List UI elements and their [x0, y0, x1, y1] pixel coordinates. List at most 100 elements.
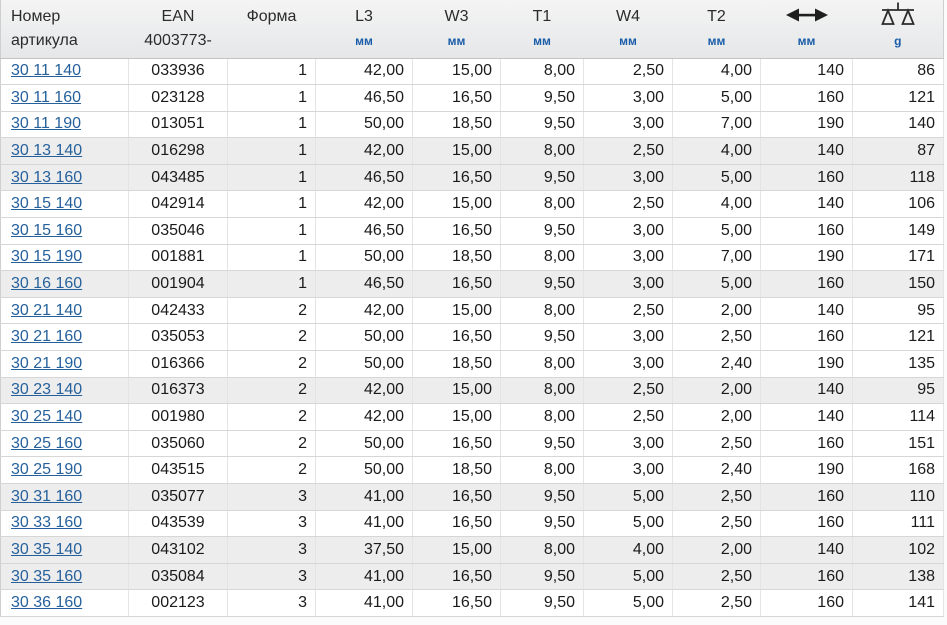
table-row: 30 23 140016373242,0015,008,002,502,0014…	[1, 377, 944, 404]
forma-cell: 2	[228, 404, 316, 431]
w4-cell: 2,50	[584, 58, 673, 85]
article-link[interactable]: 30 25 190	[11, 461, 82, 478]
article-cell: 30 13 140	[1, 138, 129, 165]
article-link[interactable]: 30 21 140	[11, 302, 82, 319]
col-unit: мм	[584, 33, 673, 49]
article-link[interactable]: 30 15 140	[11, 195, 82, 212]
l3-cell: 42,00	[316, 58, 413, 85]
w4-cell: 3,00	[584, 351, 673, 378]
article-link[interactable]: 30 21 190	[11, 355, 82, 372]
w4-cell: 2,50	[584, 404, 673, 431]
w3-cell: 16,50	[413, 563, 501, 590]
table-row: 30 11 160023128146,5016,509,503,005,0016…	[1, 85, 944, 112]
table-row: 30 25 160035060250,0016,509,503,002,5016…	[1, 430, 944, 457]
forma-cell: 2	[228, 351, 316, 378]
length-cell: 190	[761, 457, 853, 484]
table-row: 30 15 140042914142,0015,008,002,504,0014…	[1, 191, 944, 218]
ean-cell: 035060	[129, 430, 228, 457]
t1-cell: 8,00	[501, 377, 584, 404]
length-cell: 190	[761, 244, 853, 271]
length-cell: 160	[761, 563, 853, 590]
length-cell: 160	[761, 271, 853, 298]
col-header-w4: W4 мм	[584, 0, 673, 58]
w3-cell: 16,50	[413, 484, 501, 511]
article-link[interactable]: 30 36 160	[11, 594, 82, 611]
weight-cell: 86	[853, 58, 944, 85]
w3-cell: 18,50	[413, 111, 501, 138]
col-label: EAN	[129, 7, 228, 27]
table-row: 30 15 160035046146,5016,509,503,005,0016…	[1, 218, 944, 245]
w4-cell: 3,00	[584, 244, 673, 271]
col-label-line2: артикула	[1, 33, 129, 49]
w4-cell: 2,50	[584, 297, 673, 324]
article-link[interactable]: 30 11 160	[11, 89, 81, 106]
article-link[interactable]: 30 35 140	[11, 541, 82, 558]
w3-cell: 15,00	[413, 377, 501, 404]
article-cell: 30 35 140	[1, 537, 129, 564]
table-row: 30 15 190001881150,0018,508,003,007,0019…	[1, 244, 944, 271]
article-link[interactable]: 30 16 160	[11, 275, 82, 292]
l3-cell: 42,00	[316, 138, 413, 165]
l3-cell: 50,00	[316, 351, 413, 378]
w3-cell: 16,50	[413, 590, 501, 617]
weight-cell: 118	[853, 164, 944, 191]
table-row: 30 35 140043102337,5015,008,004,002,0014…	[1, 537, 944, 564]
w3-cell: 15,00	[413, 404, 501, 431]
t2-cell: 5,00	[673, 85, 761, 112]
header-row: Номер артикула EAN 4003773- Форма L3 мм …	[1, 0, 944, 58]
t2-cell: 2,00	[673, 537, 761, 564]
length-cell: 160	[761, 324, 853, 351]
article-link[interactable]: 30 25 140	[11, 408, 82, 425]
ean-cell: 043515	[129, 457, 228, 484]
l3-cell: 41,00	[316, 510, 413, 537]
table-row: 30 36 160002123341,0016,509,505,002,5016…	[1, 590, 944, 617]
length-cell: 140	[761, 537, 853, 564]
article-cell: 30 15 160	[1, 218, 129, 245]
col-header-l3: L3 мм	[316, 0, 413, 58]
article-link[interactable]: 30 21 160	[11, 328, 82, 345]
t2-cell: 2,00	[673, 404, 761, 431]
article-link[interactable]: 30 15 160	[11, 222, 82, 239]
table-row: 30 21 160035053250,0016,509,503,002,5016…	[1, 324, 944, 351]
l3-cell: 46,50	[316, 85, 413, 112]
t1-cell: 8,00	[501, 191, 584, 218]
w4-cell: 3,00	[584, 85, 673, 112]
ean-cell: 035046	[129, 218, 228, 245]
forma-cell: 2	[228, 297, 316, 324]
table-row: 30 13 160043485146,5016,509,503,005,0016…	[1, 164, 944, 191]
length-cell: 160	[761, 164, 853, 191]
l3-cell: 50,00	[316, 244, 413, 271]
article-link[interactable]: 30 11 140	[11, 62, 81, 79]
article-link[interactable]: 30 35 160	[11, 568, 82, 585]
article-link[interactable]: 30 25 160	[11, 435, 82, 452]
article-link[interactable]: 30 15 190	[11, 248, 82, 265]
t1-cell: 9,50	[501, 218, 584, 245]
t2-cell: 2,50	[673, 324, 761, 351]
l3-cell: 50,00	[316, 111, 413, 138]
w4-cell: 3,00	[584, 111, 673, 138]
t1-cell: 9,50	[501, 590, 584, 617]
t2-cell: 2,50	[673, 510, 761, 537]
article-cell: 30 11 190	[1, 111, 129, 138]
col-header-t2: T2 мм	[673, 0, 761, 58]
length-cell: 160	[761, 85, 853, 112]
article-link[interactable]: 30 33 160	[11, 514, 82, 531]
article-link[interactable]: 30 11 190	[11, 115, 81, 132]
t2-cell: 5,00	[673, 271, 761, 298]
article-link[interactable]: 30 31 160	[11, 488, 82, 505]
w3-cell: 15,00	[413, 191, 501, 218]
forma-cell: 3	[228, 484, 316, 511]
article-link[interactable]: 30 13 160	[11, 169, 82, 186]
article-cell: 30 33 160	[1, 510, 129, 537]
weight-cell: 106	[853, 191, 944, 218]
article-link[interactable]: 30 13 140	[11, 142, 82, 159]
article-link[interactable]: 30 23 140	[11, 381, 82, 398]
ean-cell: 043102	[129, 537, 228, 564]
length-cell: 140	[761, 138, 853, 165]
weight-cell: 149	[853, 218, 944, 245]
t1-cell: 9,50	[501, 85, 584, 112]
ean-cell: 023128	[129, 85, 228, 112]
w3-cell: 18,50	[413, 244, 501, 271]
article-cell: 30 25 160	[1, 430, 129, 457]
length-cell: 160	[761, 590, 853, 617]
